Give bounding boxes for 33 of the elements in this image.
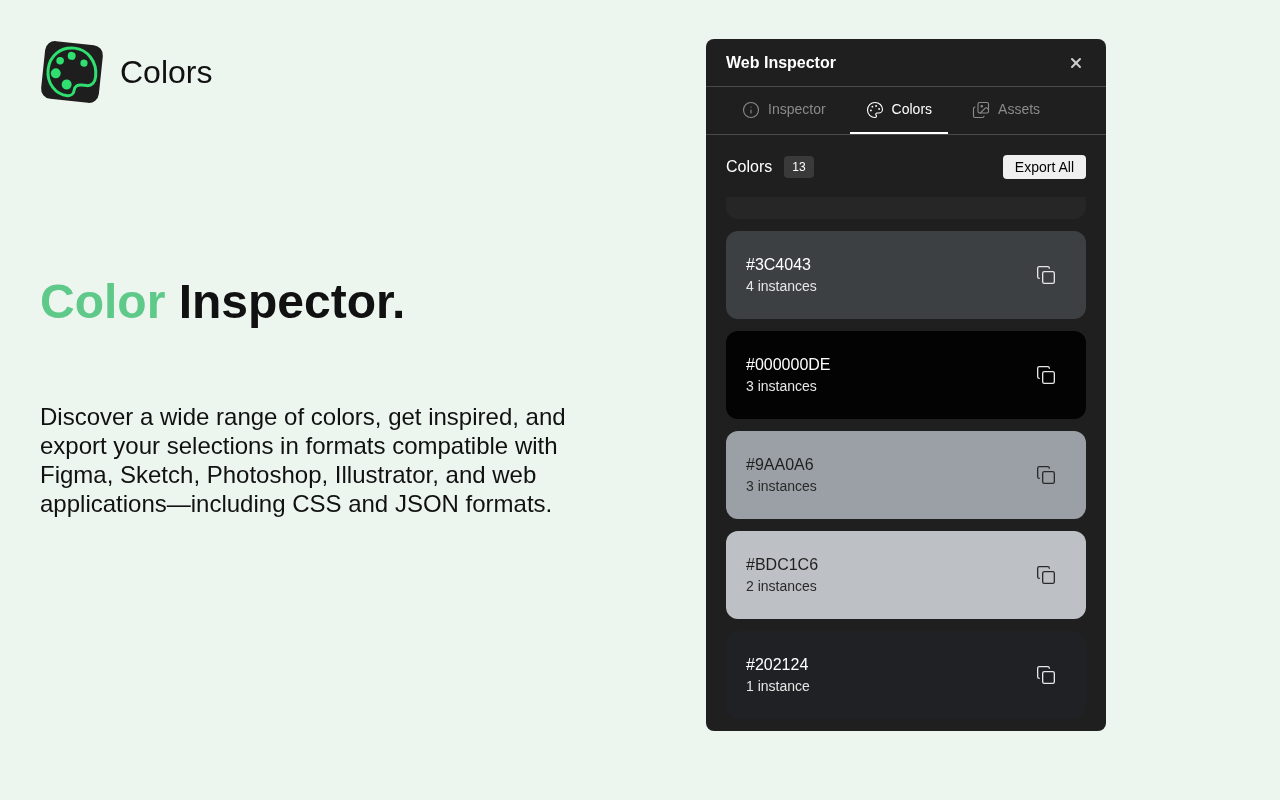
hex-code: #202124 <box>746 654 810 675</box>
copy-icon <box>1036 665 1056 685</box>
instance-count: 2 instances <box>746 576 818 596</box>
copy-button[interactable] <box>1034 563 1058 587</box>
instance-count: 3 instances <box>746 476 817 496</box>
palette-logo-icon <box>40 39 104 104</box>
copy-icon <box>1036 365 1056 385</box>
instance-count: 4 instances <box>746 276 817 296</box>
copy-button[interactable] <box>1034 363 1058 387</box>
hex-code: #9AA0A6 <box>746 454 815 475</box>
section-title: Colors <box>726 157 773 177</box>
hex-code: #BDC1C6 <box>746 554 819 575</box>
page-heading: Color Inspector. <box>40 274 406 330</box>
tab[interactable]: Assets <box>956 87 1057 134</box>
copy-icon <box>1036 465 1056 485</box>
images-icon <box>972 100 991 119</box>
hex-code: #3C4043 <box>746 254 812 275</box>
count-badge: 13 <box>784 156 814 178</box>
instance-count: 3 instances <box>746 376 818 396</box>
palette-icon <box>865 100 884 119</box>
copy-button[interactable] <box>1034 263 1058 287</box>
tab[interactable]: Colors <box>849 87 949 134</box>
tab[interactable]: Inspector <box>726 87 842 134</box>
instance-count: 1 instance <box>746 676 810 696</box>
info-icon <box>742 100 760 119</box>
description-text: Discover a wide range of colors, get inspired, and export your selections in formats compatible with Figma, Sketch, Photoshop, Illustrator, and web applications—including CSS and JSON formats. <box>40 402 567 518</box>
app-title: Colors <box>120 55 213 88</box>
panel-title: Web Inspector <box>726 52 836 73</box>
export-all-button[interactable]: Export All <box>1002 155 1086 179</box>
copy-button[interactable] <box>1034 663 1058 687</box>
copy-icon <box>1036 265 1056 285</box>
hex-code: #000000DE <box>746 354 831 375</box>
copy-icon <box>1036 565 1056 585</box>
